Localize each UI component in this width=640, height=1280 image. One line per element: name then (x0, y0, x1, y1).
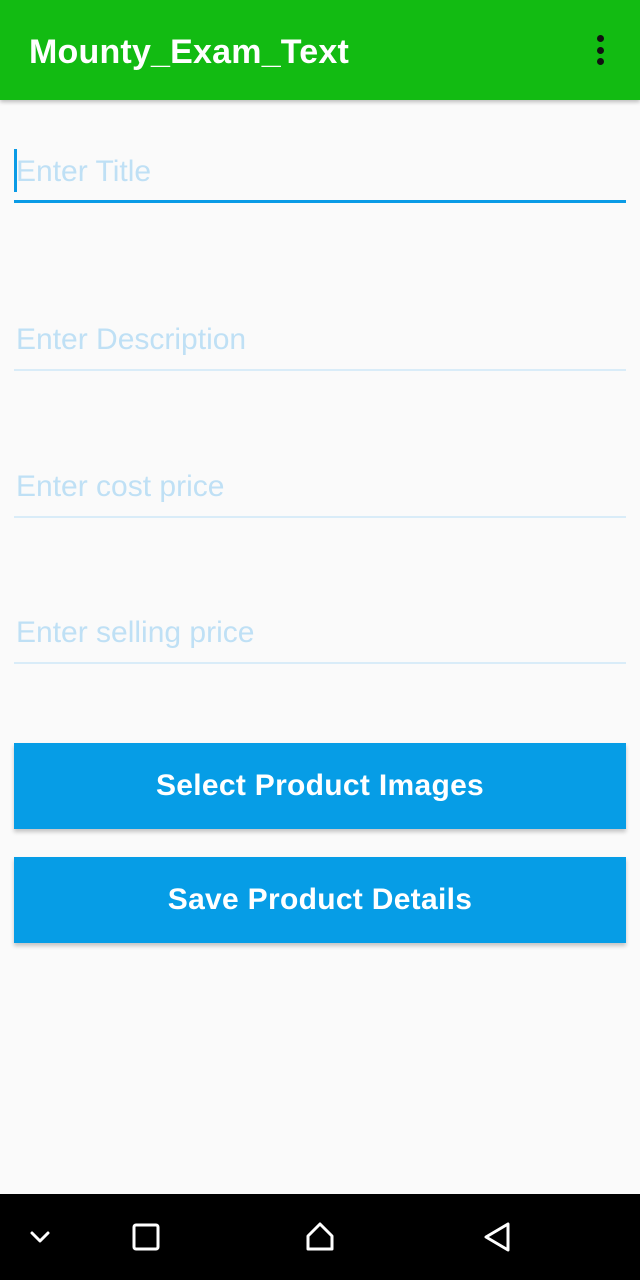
app-title: Mounty_Exam_Text (29, 33, 349, 71)
chevron-down-icon[interactable] (15, 1212, 65, 1262)
selling-price-input[interactable] (14, 604, 626, 664)
recents-square-icon[interactable] (121, 1212, 171, 1262)
system-nav-bar (0, 1194, 640, 1280)
home-icon[interactable] (295, 1212, 345, 1262)
cost-price-input[interactable] (14, 458, 626, 518)
description-input[interactable] (14, 311, 626, 371)
back-triangle-icon[interactable] (472, 1212, 522, 1262)
more-vert-icon[interactable] (590, 32, 610, 68)
text-cursor (14, 149, 17, 192)
app-bar: Mounty_Exam_Text (0, 0, 640, 100)
select-product-images-button[interactable]: Select Product Images (14, 743, 626, 829)
save-product-details-button[interactable]: Save Product Details (14, 857, 626, 943)
title-input[interactable] (14, 143, 626, 203)
